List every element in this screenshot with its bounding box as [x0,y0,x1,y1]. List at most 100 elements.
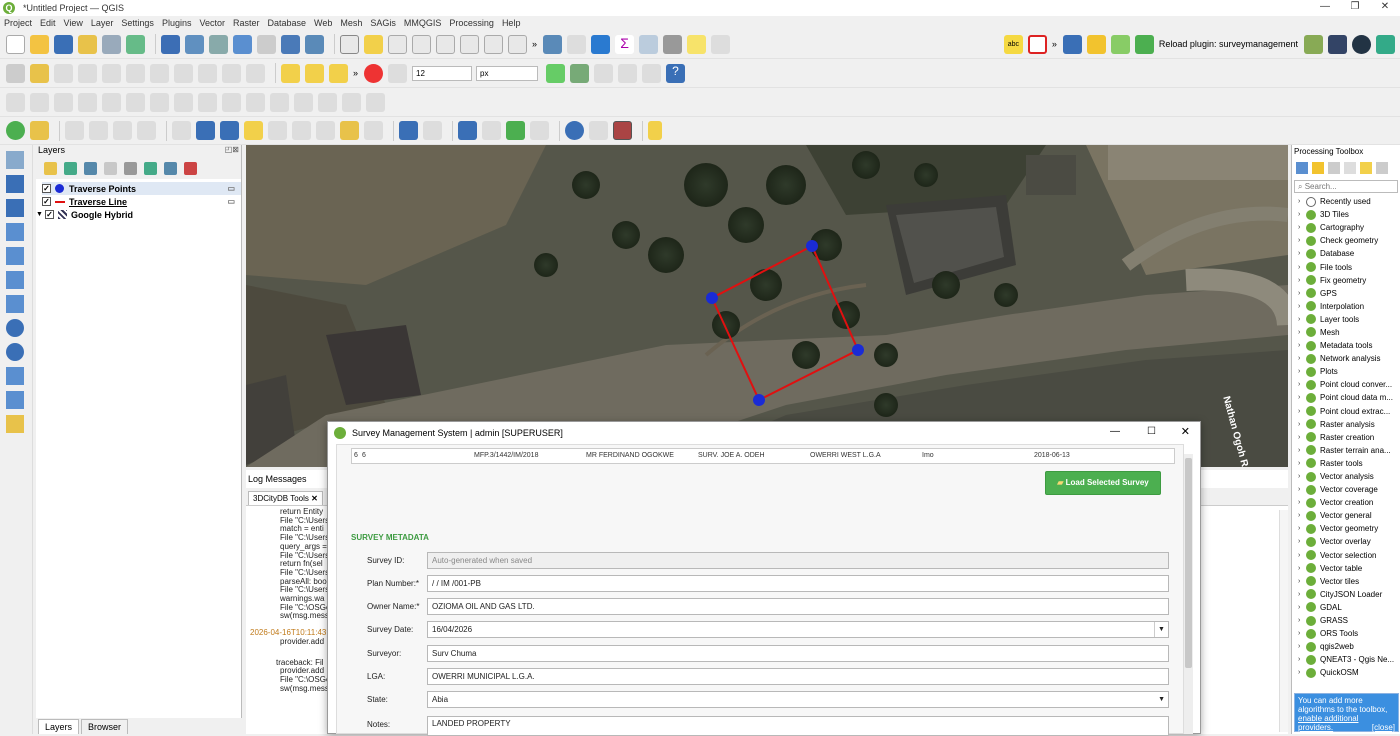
add-gpx-icon[interactable] [6,247,24,265]
dialog-maximize-button[interactable]: ☐ [1147,426,1156,437]
expand-arrow-icon[interactable]: › [1298,447,1306,454]
tools-icon[interactable] [30,121,49,140]
close-button[interactable]: ✕ [1370,0,1400,14]
expand-arrow-icon[interactable]: › [1298,198,1306,205]
layer-row-traverse-points[interactable]: ✓ Traverse Points ▭ [42,182,241,195]
log-tab[interactable]: 3DCityDB Tools ✕ [248,491,323,505]
toolbox-item[interactable]: › Plots [1292,365,1400,378]
toolbox-item[interactable]: › QNEAT3 - Qgis Ne... [1292,653,1400,666]
identify-icon[interactable] [543,34,563,54]
toolbox-item[interactable]: › Vector analysis [1292,470,1400,483]
node-tool-icon[interactable] [196,121,215,140]
map-2-icon[interactable] [305,34,324,54]
menu-web[interactable]: Web [314,18,332,28]
layer-2-icon[interactable] [233,34,252,54]
tool-3-icon[interactable] [530,121,549,140]
advanced-edit-icon[interactable] [6,92,25,112]
print-layout-icon[interactable] [102,34,121,54]
add-xyz-icon[interactable] [6,391,24,409]
menu-raster[interactable]: Raster [233,18,260,28]
text-2-icon[interactable] [292,121,311,140]
lga-field[interactable]: OWERRI MUNICIPAL L.G.A. [427,668,1169,685]
digitize-icon[interactable] [209,34,228,54]
toolbox-item[interactable]: › Raster creation [1292,431,1400,444]
menu-help[interactable]: Help [502,18,521,28]
cut-icon[interactable] [150,63,169,83]
toolbox-item[interactable]: › Vector tiles [1292,575,1400,588]
traverse-line[interactable] [710,244,860,402]
georef-2-icon[interactable] [89,121,108,140]
menu-project[interactable]: Project [4,18,32,28]
split-icon[interactable] [246,92,265,112]
help-icon[interactable]: ? [666,63,686,83]
indicator-icon[interactable]: ▭ [227,197,235,206]
digitize-line-icon[interactable] [78,63,97,83]
enable-providers-link[interactable]: enable additional providers. [1298,714,1359,732]
expand-arrow-icon[interactable]: › [1298,656,1306,663]
toolbox-item[interactable]: › Vector selection [1292,549,1400,562]
expand-arrow-icon[interactable]: › [1298,381,1306,388]
toolbox-item[interactable]: › 3D Tiles [1292,208,1400,221]
add-mesh-icon[interactable] [6,199,24,217]
delete-icon[interactable] [126,63,145,83]
simplify-icon[interactable] [54,92,73,112]
surveyor-field[interactable]: Surv Chuma [427,645,1169,662]
redo-icon[interactable] [246,63,265,83]
label-abc-icon[interactable]: abc [1003,34,1023,54]
traverse-point[interactable] [852,344,864,356]
models-icon[interactable] [1296,162,1308,174]
expand-arrow-icon[interactable]: › [1298,237,1306,244]
plugin-icon[interactable] [1304,34,1323,54]
manage-visibility-icon[interactable] [84,161,97,175]
pin-icon[interactable] [399,121,418,140]
info-icon[interactable] [565,121,584,140]
layer-checkbox[interactable]: ✓ [42,197,51,206]
edit-features-icon[interactable] [1360,162,1372,174]
star-icon[interactable] [244,121,263,140]
panel-close-icon[interactable]: ◰⊠ [225,145,239,154]
sigma-icon[interactable]: Σ [615,34,635,54]
reshape-2-icon[interactable] [198,92,217,112]
collapse-icon[interactable] [164,161,177,175]
python-scripts-icon[interactable] [1312,162,1324,174]
expand-arrow-icon[interactable]: › [1298,303,1306,310]
add-wcs-icon[interactable] [6,367,24,385]
layer-row-traverse-line[interactable]: ✓ Traverse Line ▭ [42,195,241,208]
snap-icon[interactable] [388,63,408,83]
toolbox-item[interactable]: › Check geometry [1292,234,1400,247]
merge-icon[interactable] [294,92,313,112]
processing-icon[interactable] [591,34,611,54]
chart-icon[interactable] [1328,34,1347,54]
python-icon[interactable] [1062,34,1082,54]
traverse-point[interactable] [706,292,718,304]
text-icon[interactable] [268,121,287,140]
toolbox-item[interactable]: › Raster terrain ana... [1292,444,1400,457]
toolbox-item[interactable]: › Cartography [1292,221,1400,234]
refresh-icon[interactable] [257,34,276,54]
style-manager-icon[interactable] [126,34,145,54]
menu-mesh[interactable]: Mesh [340,18,362,28]
toolbox-item[interactable]: › QuickOSM [1292,666,1400,679]
maximize-button[interactable]: ❐ [1340,0,1370,14]
expand-arrow-icon[interactable]: › [1298,499,1306,506]
expand-arrow-icon[interactable]: › [1298,669,1306,676]
dialog-minimize-button[interactable]: — [1110,426,1120,437]
wrench-icon[interactable] [589,121,608,140]
merge-attr-icon[interactable] [318,92,337,112]
map-icon[interactable] [281,34,300,54]
rotate-point-icon[interactable] [342,92,361,112]
menu-processing[interactable]: Processing [449,18,494,28]
tab-browser[interactable]: Browser [81,719,129,734]
expand-arrow-icon[interactable]: › [1298,355,1306,362]
add-postgis-icon[interactable] [6,295,24,313]
toolbox-item[interactable]: › Interpolation [1292,300,1400,313]
state-select[interactable]: Abia ▼ [427,691,1169,708]
deselect-icon[interactable] [329,63,348,83]
expand-arrow-icon[interactable]: › [1298,408,1306,415]
unit-select[interactable]: px [476,65,539,81]
expand-arrow-icon[interactable]: › [1298,525,1306,532]
split-parts-icon[interactable] [270,92,289,112]
expand-arrow-icon[interactable]: › [1298,394,1306,401]
scrollbar-thumb[interactable] [1185,458,1192,668]
tree-icon[interactable] [570,63,590,83]
